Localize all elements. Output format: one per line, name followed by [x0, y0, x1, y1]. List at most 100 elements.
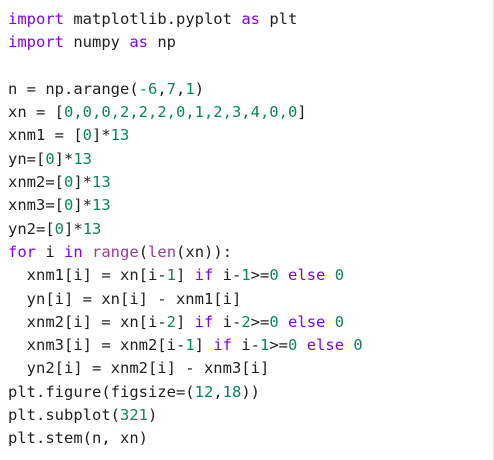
code-line: n = np.arange(-6,7,1)	[8, 78, 493, 101]
number-literal: 0	[64, 173, 74, 192]
number-literal: 2	[241, 312, 251, 331]
number-literal: 1	[185, 336, 195, 355]
code-text: yn2=[	[8, 219, 55, 238]
number-literal: 321	[119, 406, 148, 425]
code-line: xnm3[i] = xnm2[i-1] if i-1>=0 else 0	[8, 334, 493, 357]
code-editor[interactable]: import matplotlib.pyplot as plt import nu…	[0, 0, 493, 451]
code-text: xn = [	[8, 103, 64, 122]
code-text: i-	[232, 336, 260, 355]
code-text: )	[147, 406, 158, 425]
code-text: ]*	[64, 219, 83, 238]
code-text: ]*	[73, 196, 93, 215]
code-text: xnm3[i] = xnm2[i-	[8, 336, 186, 355]
code-text: yn=[	[8, 149, 46, 168]
number-literal: 12	[194, 382, 214, 401]
code-text: ]	[194, 336, 214, 355]
number-literal: 2	[166, 312, 176, 331]
number-literal: -6	[138, 79, 158, 98]
number-literal: 13	[92, 173, 111, 192]
code-line: xnm2[i] = xn[i-2] if i-2>=0 else 0	[8, 311, 493, 334]
number-literal: 0	[54, 219, 65, 238]
keyword-else: else	[306, 336, 345, 355]
number-literal: 18	[222, 382, 242, 401]
keyword-for: for	[8, 242, 36, 261]
number-literal: 1	[185, 79, 195, 98]
code-text: (	[138, 242, 149, 261]
code-line: plt.stem(n, xn)	[8, 427, 493, 450]
keyword-in: in	[64, 242, 83, 261]
code-line: yn=[0]*13	[8, 148, 493, 171]
code-text: i	[36, 242, 64, 261]
code-text: i-	[213, 312, 242, 331]
number-literal: 0	[64, 196, 74, 215]
number-literal: 1	[260, 336, 270, 355]
number-literal: 0	[353, 336, 363, 355]
code-line: xnm1 = [0]*13	[8, 124, 493, 147]
code-text: n = np.arange(	[8, 79, 139, 98]
code-line: yn2[i] = xnm2[i] - xnm3[i]	[8, 357, 493, 380]
code-text: yn2[i] = xnm2[i] - xnm3[i]	[8, 359, 270, 378]
alias: np	[148, 33, 176, 52]
code-line: xn = [0,0,0,2,2,2,0,1,2,3,4,0,0]	[8, 101, 493, 124]
number-literal: 0	[334, 266, 345, 285]
code-line: plt.figure(figsize=(12,18))	[8, 381, 493, 404]
code-line: for i in range(len(xn)):	[8, 241, 493, 264]
number-literal: 7	[166, 79, 177, 98]
number-literal: 13	[82, 219, 102, 238]
number-literal: 13	[92, 196, 111, 215]
keyword-import: import	[8, 10, 64, 28]
code-line: xnm2=[0]*13	[8, 171, 493, 194]
code-line: xnm1[i] = xn[i-1] if i-1>=0 else 0	[8, 264, 493, 287]
code-line: yn[i] = xn[i] - xnm1[i]	[8, 288, 493, 311]
number-literal: 0	[269, 312, 279, 331]
module-name: matplotlib.pyplot	[64, 10, 242, 28]
number-literal: 0,0,0,2,2,2,0,1,2,3,4,0,0	[64, 103, 298, 122]
number-literal: 1	[166, 266, 176, 285]
number-literal: 0	[269, 266, 279, 285]
keyword-if: if	[194, 312, 214, 331]
code-text: xnm1[i] = xn[i-	[8, 266, 167, 285]
code-line: yn2=[0]*13	[8, 218, 493, 241]
code-text: i-	[213, 266, 242, 285]
code-text: ))	[241, 382, 260, 401]
code-text: yn[i] = xn[i] - xnm1[i]	[8, 289, 242, 308]
keyword-else: else	[288, 266, 326, 285]
code-text: xnm2[i] = xn[i-	[8, 312, 167, 331]
keyword-as: as	[129, 33, 148, 52]
number-literal: 13	[110, 126, 130, 145]
code-text: >=	[250, 312, 270, 331]
keyword-if: if	[213, 336, 232, 355]
code-text: ]*	[73, 173, 93, 192]
builtin-range: range	[92, 242, 139, 261]
code-line: import matplotlib.pyplot as plt	[8, 8, 493, 31]
keyword-as: as	[241, 10, 260, 28]
code-text: plt.stem(n, xn)	[8, 429, 148, 448]
code-text: ]	[297, 103, 307, 122]
code-text: ]*	[54, 149, 74, 168]
code-text: ]*	[92, 126, 111, 145]
keyword-else: else	[288, 312, 326, 331]
number-literal: 0	[82, 126, 92, 145]
keyword-if: if	[194, 266, 214, 285]
code-text: >=	[269, 336, 289, 355]
number-literal: 0	[334, 312, 345, 331]
code-text: xnm2=[	[8, 173, 64, 192]
builtin-len: len	[148, 242, 177, 261]
code-text: ,	[157, 79, 167, 98]
code-cell[interactable]: import matplotlib.pyplot as plt import nu…	[0, 0, 494, 460]
number-literal: 13	[73, 149, 93, 168]
code-line: import numpy as np	[8, 31, 493, 54]
keyword-import: import	[8, 33, 64, 52]
number-literal: 0	[45, 149, 55, 168]
code-text: plt.figure(figsize=(	[8, 382, 195, 401]
code-text: )	[194, 79, 205, 98]
code-line: xnm3=[0]*13	[8, 194, 493, 217]
code-text: xnm3=[	[8, 196, 64, 215]
